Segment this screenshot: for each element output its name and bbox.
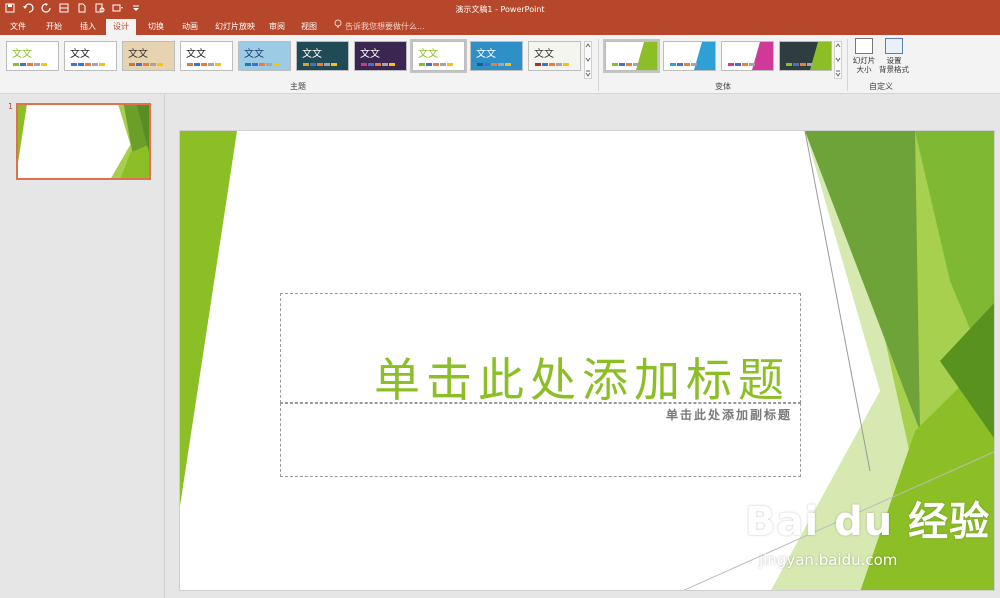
- title-text: 单击此处添加标题: [374, 353, 790, 407]
- tell-me-box[interactable]: 告诉我您想要做什么...: [334, 19, 425, 35]
- theme-color-bars: [535, 63, 569, 66]
- variants-group-label: 变体: [715, 82, 731, 91]
- slide-size-icon: [855, 38, 873, 54]
- theme-color-bars: [303, 63, 337, 66]
- theme-color-bars: [187, 63, 221, 66]
- ribbon-tabs: 文件 开始 插入 设计 切换 动画 幻灯片放映 审阅 视图 告诉我您想要做什么.…: [0, 19, 1000, 35]
- tell-me-placeholder: 告诉我您想要做什么...: [345, 22, 425, 31]
- format-background-icon: [885, 38, 903, 54]
- lightbulb-icon: [334, 19, 342, 35]
- window-title: 演示文稿1 - PowerPoint: [455, 5, 545, 14]
- theme-thumbnail-text: 文文: [244, 49, 264, 60]
- tab-review[interactable]: 审阅: [262, 19, 292, 35]
- theme-thumbnail[interactable]: 文文: [180, 41, 233, 71]
- theme-thumbnail[interactable]: 文文: [296, 41, 349, 71]
- theme-color-bars: [419, 63, 453, 66]
- theme-color-bars: [245, 63, 279, 66]
- theme-thumbnail[interactable]: 文文: [528, 41, 581, 71]
- watermark-url: jingyan.baidu.com: [759, 551, 898, 569]
- theme-color-bars: [13, 63, 47, 66]
- variant-color-bars: [670, 63, 697, 66]
- theme-color-bars: [129, 63, 163, 66]
- right-shape-dark: [805, 131, 920, 431]
- variant-color-bars: [786, 63, 813, 66]
- theme-thumbnail-text: 文文: [302, 49, 322, 60]
- left-triangle: [180, 131, 237, 506]
- theme-color-bars: [477, 63, 511, 66]
- variant-color-bars: [612, 63, 639, 66]
- themes-group-label: 主题: [290, 82, 306, 91]
- slide-thumbnail[interactable]: [16, 103, 151, 180]
- theme-thumbnail[interactable]: 文文: [354, 41, 407, 71]
- theme-thumbnail[interactable]: 文文: [64, 41, 117, 71]
- format-bg-label-1: 设置: [886, 56, 902, 65]
- theme-thumbnail-text: 文文: [476, 49, 496, 60]
- tab-view[interactable]: 视图: [294, 19, 324, 35]
- format-background-button[interactable]: 设置 背景格式: [878, 38, 910, 74]
- theme-thumbnail-text: 文文: [360, 49, 380, 60]
- variant-color-bars: [728, 63, 755, 66]
- variant-thumbnail[interactable]: [603, 39, 660, 73]
- theme-thumbnail[interactable]: 文文: [122, 41, 175, 71]
- theme-thumbnail[interactable]: 文文: [470, 41, 523, 71]
- slide-number: 1: [8, 102, 14, 111]
- tab-home[interactable]: 开始: [38, 19, 70, 35]
- theme-thumbnail-text: 文文: [70, 49, 90, 60]
- theme-thumbnail-text: 文文: [418, 49, 438, 60]
- slide-size-button[interactable]: 幻灯片 大小: [850, 38, 878, 74]
- watermark-logo: Bai du 经验: [745, 499, 991, 545]
- ribbon-design: 文文 文文 文文 文文 文文 文文 文文 文文 文文 文文 主题 变体 幻灯片 大小 设置 背景格…: [0, 35, 1000, 94]
- subtitle-text: 单击此处添加副标题: [665, 408, 792, 422]
- tab-file[interactable]: 文件: [4, 19, 32, 35]
- tab-animations[interactable]: 动画: [174, 19, 206, 35]
- slide-size-label-2: 大小: [856, 65, 872, 74]
- customize-group-label: 自定义: [869, 82, 893, 91]
- theme-thumbnail-text: 文文: [12, 49, 32, 60]
- variant-thumbnail[interactable]: [779, 41, 832, 71]
- theme-color-bars: [361, 63, 395, 66]
- slide-size-label-1: 幻灯片: [852, 56, 876, 65]
- slides-pane: 1: [0, 94, 165, 598]
- tab-insert[interactable]: 插入: [72, 19, 104, 35]
- subtitle-placeholder[interactable]: 单击此处添加副标题: [280, 403, 801, 477]
- separator: [598, 39, 599, 91]
- variant-thumbnail[interactable]: [721, 41, 774, 71]
- theme-thumbnail-text: 文文: [534, 49, 554, 60]
- baidu-watermark: Bai du 经验 jingyan.baidu.com: [745, 489, 991, 569]
- tab-slideshow[interactable]: 幻灯片放映: [208, 19, 262, 35]
- variants-scroll[interactable]: [834, 41, 842, 79]
- theme-thumbnail[interactable]: 文文: [238, 41, 291, 71]
- title-placeholder[interactable]: 单击此处添加标题: [280, 293, 801, 407]
- theme-thumbnail[interactable]: 文文: [410, 39, 467, 73]
- theme-thumbnail-text: 文文: [128, 49, 148, 60]
- theme-thumbnail-text: 文文: [186, 49, 206, 60]
- format-bg-label-2: 背景格式: [879, 65, 909, 74]
- variant-thumbnail[interactable]: [663, 41, 716, 71]
- separator: [847, 39, 848, 91]
- theme-thumbnail[interactable]: 文文: [6, 41, 59, 71]
- tab-transitions[interactable]: 切换: [140, 19, 172, 35]
- themes-scroll[interactable]: [584, 41, 592, 79]
- theme-color-bars: [71, 63, 105, 66]
- tab-design[interactable]: 设计: [106, 19, 136, 35]
- title-bar: 演示文稿1 - PowerPoint: [0, 0, 1000, 19]
